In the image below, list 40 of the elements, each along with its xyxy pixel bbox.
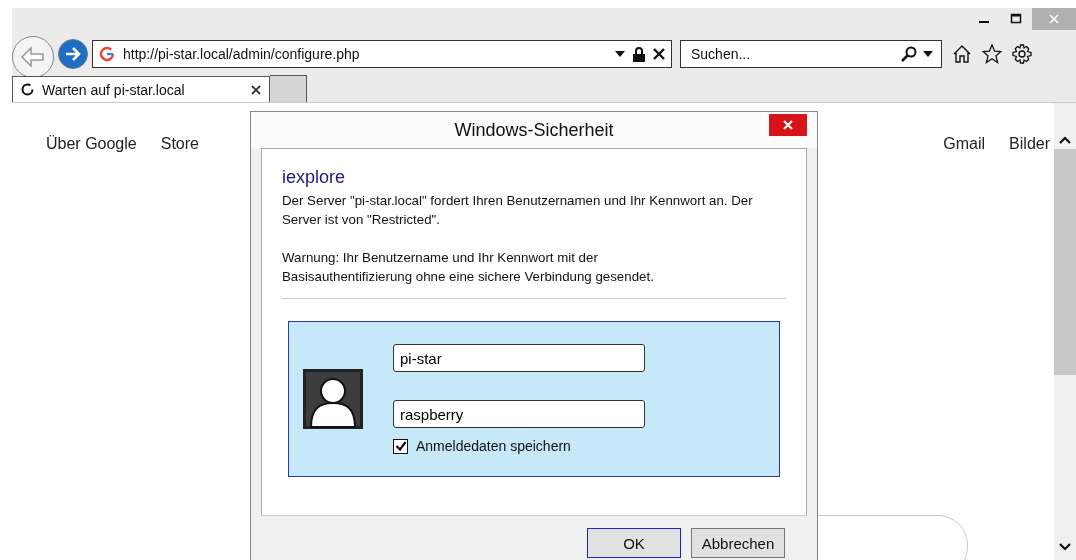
close-icon[interactable] — [251, 84, 261, 95]
password-field[interactable]: raspberry — [393, 400, 645, 428]
dialog-title: Windows-Sicherheit — [454, 119, 614, 141]
checkbox-label: Anmeldedaten speichern — [416, 438, 571, 454]
dropdown-icon[interactable] — [615, 51, 625, 57]
lock-icon — [633, 46, 645, 62]
dropdown-icon[interactable] — [923, 51, 933, 57]
dialog-message: Der Server "pi-star.local" fordert Ihren Benutzernamen und Ihr Kennwort an. Der Server ist von "Restricted". — [282, 192, 754, 229]
ok-button[interactable]: OK — [587, 528, 681, 558]
forward-arrow-icon[interactable] — [65, 47, 81, 61]
user-avatar-icon — [303, 369, 363, 429]
username-field[interactable]: pi-star — [393, 344, 645, 372]
app-name: iexplore — [282, 167, 347, 188]
search-field[interactable]: Suchen... — [689, 45, 895, 63]
page-link[interactable]: Bilder — [1009, 135, 1050, 153]
home-icon[interactable] — [952, 44, 972, 64]
back-button[interactable] — [12, 36, 54, 78]
page-link[interactable]: Gmail — [943, 135, 986, 153]
cancel-button[interactable]: Abbrechen — [691, 528, 785, 558]
page-link[interactable]: Über Google — [46, 135, 137, 153]
scroll-down-icon[interactable] — [1059, 542, 1071, 552]
scrollbar-thumb[interactable] — [1054, 149, 1076, 375]
scroll-up-icon[interactable] — [1059, 135, 1071, 145]
address-bar[interactable]: http://pi-star.local/admin/configure.php — [92, 40, 672, 68]
maximize-icon[interactable] — [1010, 13, 1022, 25]
google-icon — [99, 46, 115, 62]
page-link[interactable]: Store — [160, 135, 199, 153]
tab-title: Warten auf pi-star.local — [42, 81, 186, 98]
scrollbar[interactable] — [1054, 103, 1076, 560]
star-icon[interactable] — [982, 44, 1002, 64]
stop-icon[interactable] — [653, 48, 665, 60]
search-icon[interactable] — [901, 46, 917, 62]
close-button[interactable] — [769, 114, 807, 136]
warning-message: Warnung: Ihr Benutzername und Ihr Kennwort mit der Basisauthentifizierung ohne eine sichere Verbindung gesendet. — [282, 249, 655, 286]
browser-tab[interactable]: Warten auf pi-star.local — [12, 76, 270, 102]
new-tab-button[interactable] — [270, 75, 307, 102]
settings-icon[interactable] — [1012, 44, 1032, 64]
forward-button[interactable] — [58, 39, 88, 69]
search-bar[interactable]: Suchen... — [680, 40, 942, 68]
remember-checkbox[interactable] — [393, 438, 408, 454]
